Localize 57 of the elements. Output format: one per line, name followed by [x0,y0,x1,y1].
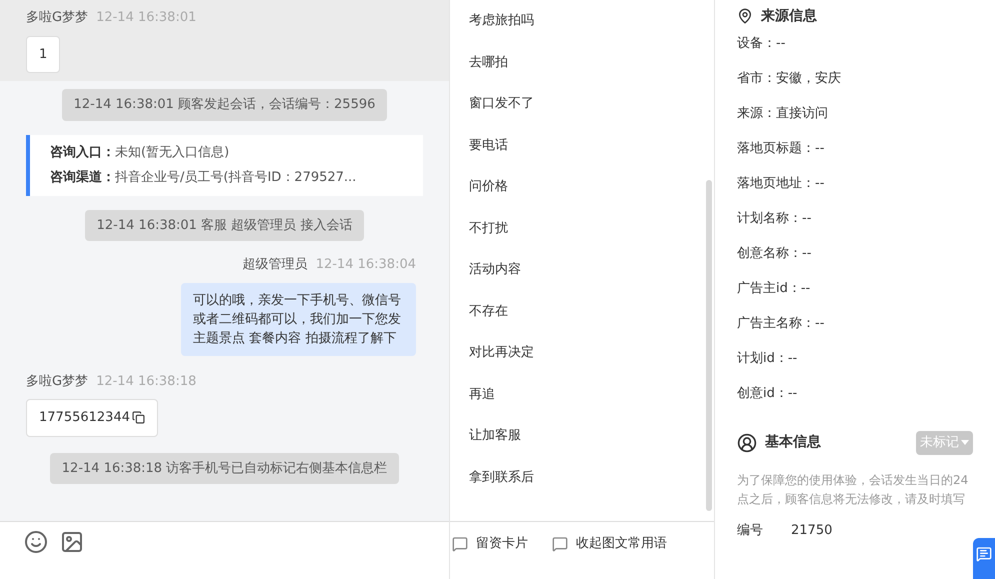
field-text: 创意id：-- [737,384,798,403]
message-time: 12-14 16:38:04 [316,256,416,274]
field-text: 计划id：-- [737,350,798,368]
field-text: 省市：安徽，安庆 [737,70,841,88]
chat-float-button[interactable] [973,538,995,579]
field-text: 设备：-- [737,34,786,53]
field-text: 落地页标题：-- [737,140,824,158]
chat-icon [976,546,992,562]
field-label: 编号 [737,522,763,540]
sender-name: 多啦G梦梦 [26,9,88,27]
field-text: 创意名称：-- [737,244,812,263]
quick-reply-item[interactable]: 问价格 [450,166,706,208]
message-bubble: 可以的哦，亲发一下手机号、微信号或者二维码都可以，我们加一下您发主题景点 套餐内容 拍摄流程了解下 [181,282,416,356]
chat-bubble-icon [552,536,568,552]
info-label: 咨询入口： [50,144,115,162]
scrollbar-thumb[interactable] [706,180,712,511]
quick-reply-item[interactable]: 再追 [450,374,706,415]
notice-text: 为了保障您的使用体验，会话发生当日的24点之后，顾客信息将无法修改，请及时填写 [737,472,970,508]
message-bubble: 17755612344 [26,399,158,436]
quick-reply-item[interactable]: 不存在 [450,290,706,332]
section-title: 基本信息 [765,433,821,452]
quick-reply-item[interactable]: 考虑旅拍吗 [450,0,706,42]
info-value: 未知(暂无入口信息) [115,144,230,162]
section-title: 来源信息 [761,6,817,26]
field-text: 广告主id：-- [737,280,810,298]
field-text: 广告主名称：-- [737,314,824,333]
field-text: 计划名称：-- [737,210,812,228]
quick-action-button[interactable]: 留资卡片 [452,534,528,554]
system-notice: 12-14 16:38:01 客服 超级管理员 接入会话 [84,210,364,241]
quick-reply-item[interactable]: 不打扰 [450,208,706,249]
sender-name: 多啦G梦梦 [26,372,88,390]
field-text: 落地页地址：-- [737,174,824,193]
caret-down-icon [961,440,969,446]
info-value: 抖音企业号/员工号(抖音号ID：279527... [115,169,356,187]
quick-action-button[interactable]: 收起图文常用语 [552,534,667,554]
info-label: 咨询渠道： [50,168,115,187]
emoji-icon[interactable] [24,530,48,554]
quick-reply-item[interactable]: 对比再决定 [450,332,706,374]
field-value: 21750 [791,522,832,540]
sender-name: 超级管理员 [242,256,308,274]
system-notice: 12-14 16:38:18 访客手机号已自动标记右侧基本信息栏 [50,452,400,484]
image-icon[interactable] [60,530,84,554]
message-time: 12-14 16:38:18 [96,372,196,390]
field-text: 来源：直接访问 [737,104,828,123]
quick-reply-item[interactable]: 窗口发不了 [450,83,706,124]
quick-reply-item[interactable]: 让加客服 [450,415,706,456]
chat-bubble-icon [452,536,468,552]
message-bubble: 1 [26,36,60,73]
quick-reply-item[interactable]: 要电话 [450,124,706,166]
location-pin-icon [737,8,753,24]
user-icon [737,432,757,453]
copy-icon[interactable] [132,411,145,424]
quick-reply-item[interactable]: 去哪拍 [450,42,706,83]
message-time: 12-14 16:38:01 [96,9,196,27]
quick-reply-item[interactable]: 拿到联系后 [450,456,706,498]
system-notice: 12-14 16:38:01 顾客发起会话，会话编号：25596 [62,89,388,120]
quick-reply-item[interactable]: 活动内容 [450,249,706,290]
